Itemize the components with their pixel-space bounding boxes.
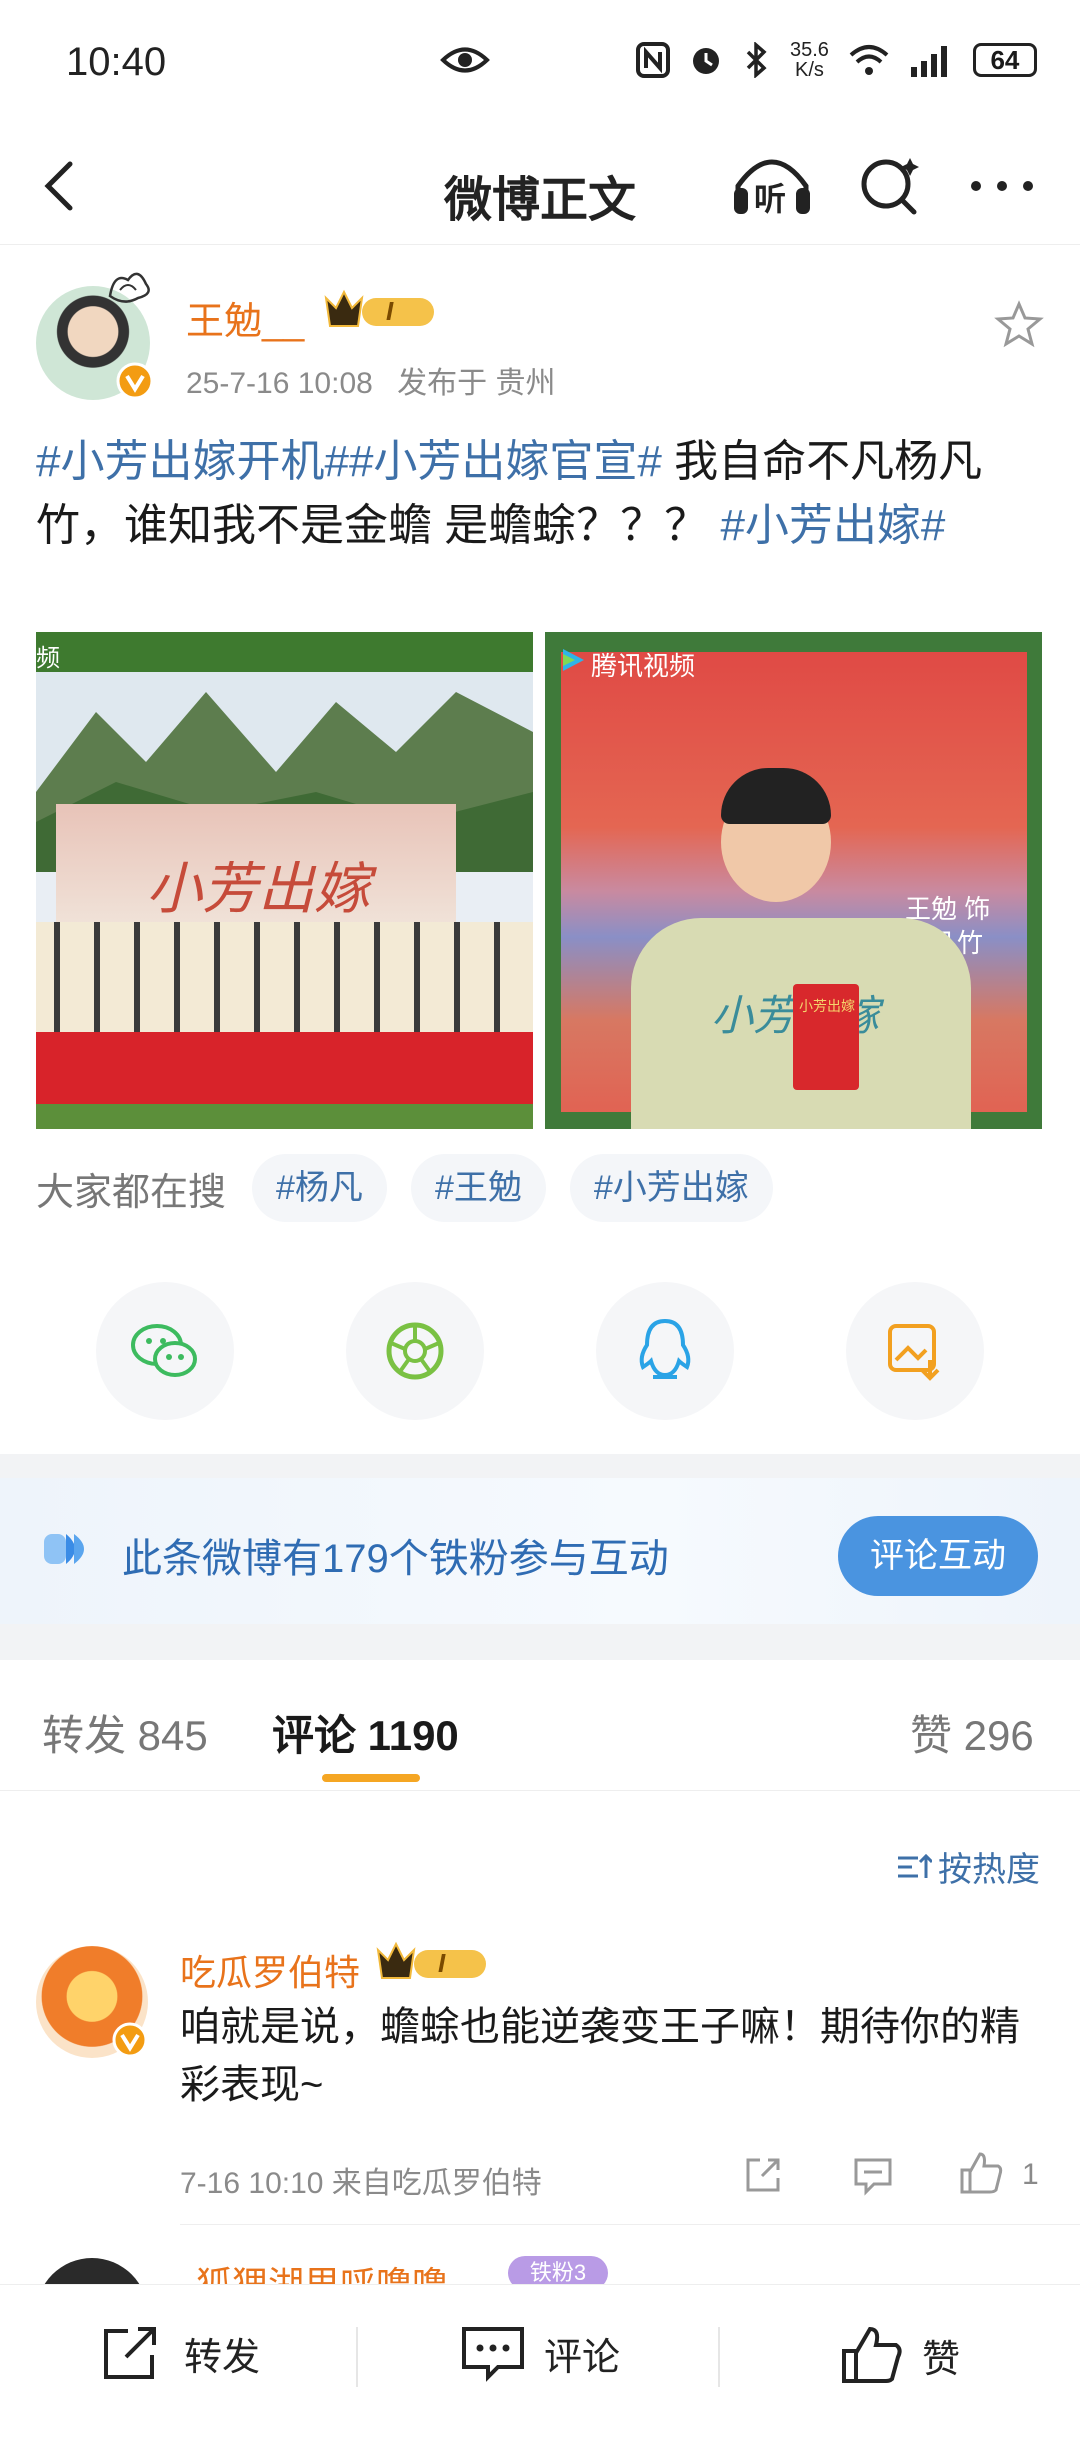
fans-icon (44, 1534, 84, 1564)
eye-icon (440, 47, 490, 73)
nav-divider (0, 244, 1080, 245)
comment-text: 咱就是说，蟾蜍也能逆袭变王子嘛！期待你的精彩表现~ (180, 2005, 1020, 2107)
like-label: 赞 (922, 2338, 961, 2381)
hot-search-row: 大家都在搜 #杨凡 #王勉 #小芳出嫁 (36, 1152, 797, 1224)
repost-button[interactable]: 转发 (100, 2323, 260, 2383)
sort-label: 按热度 (938, 1851, 1040, 1889)
listen-label: 听 (754, 181, 787, 217)
comment-divider (180, 2224, 1080, 2225)
tabs-row: 转发 845 评论 1190 赞 296 (0, 1660, 1080, 1790)
section-separator (0, 1624, 1080, 1660)
share-moments-button[interactable] (346, 1282, 484, 1420)
comment-reply-icon[interactable] (852, 2156, 894, 2196)
search-tag[interactable]: #王勉 (410, 1154, 546, 1222)
share-wechat-button[interactable] (96, 1282, 234, 1420)
post-text: #小芳出嫁开机##小芳出嫁官宣# 我自命不凡杨凡竹，谁知我不是金蟾 是蟾蜍？？？… (36, 430, 1046, 558)
listen-button[interactable]: 听 (730, 150, 814, 220)
tencent-video-icon (563, 649, 584, 671)
author-name[interactable]: 王勉__ (186, 290, 304, 345)
wechat-icon (131, 1324, 197, 1377)
member-badge: I (322, 288, 438, 336)
repost-icon (104, 2327, 156, 2379)
search-tag[interactable]: #杨凡 (252, 1154, 387, 1222)
search-icon[interactable] (856, 150, 926, 220)
comment-button[interactable]: 评论 (460, 2323, 620, 2383)
bar-separator (718, 2327, 720, 2387)
comment-interact-button[interactable]: 评论互动 (838, 1516, 1038, 1596)
favorite-star-icon[interactable] (994, 300, 1044, 348)
verified-badge-icon (112, 2022, 148, 2058)
status-icons: 35.6 K/s 64 (440, 40, 1055, 80)
like-icon (842, 2326, 902, 2383)
fans-text: 此条微博有179个铁粉参与互动 (122, 1537, 669, 1581)
comment-like-count: 1 (1022, 2158, 1039, 2191)
comment-author[interactable]: 吃瓜罗伯特 (180, 1944, 360, 1996)
comment-like-icon[interactable] (958, 2150, 1004, 2196)
verified-badge-icon (116, 362, 154, 400)
like-button[interactable]: 赞 (840, 2323, 960, 2387)
bluetooth-icon (746, 42, 767, 78)
signal-icon (910, 46, 947, 77)
grass (36, 1104, 533, 1129)
post-meta: 25-7-16 10:08 发布于 贵州 (186, 358, 556, 402)
more-icon[interactable] (962, 150, 1042, 220)
member-level: I (438, 1948, 446, 1978)
comment-label: 评论 (544, 2336, 621, 2379)
search-tag[interactable]: #小芳出嫁 (569, 1154, 773, 1222)
topic-link[interactable]: #小芳出嫁开机# (36, 437, 349, 486)
crown-icon (324, 289, 434, 327)
status-bar: 10:40 35.6 K/s 64 (0, 0, 1080, 130)
repost-label: 转发 (184, 2336, 261, 2379)
post-timestamp: 25-7-16 10:08 (186, 367, 373, 400)
envelope-text: 小芳出嫁 (799, 998, 855, 1014)
net-speed: 35.6 K/s (790, 39, 829, 81)
bar-separator (356, 2327, 358, 2387)
share-qq-button[interactable] (596, 1282, 734, 1420)
crown-icon (376, 1941, 486, 1979)
qq-icon (639, 1318, 691, 1379)
tabs-divider (0, 1790, 1080, 1791)
crowd (36, 922, 533, 1042)
comment-meta: 7-16 10:10 来自吃瓜罗伯特 (180, 2167, 542, 2200)
sort-toggle[interactable]: 按热度 (896, 1842, 1040, 1891)
save-image-icon (888, 1324, 940, 1381)
comment-icon (462, 2327, 524, 2382)
moments-icon (386, 1322, 444, 1380)
tab-indicator (322, 1774, 420, 1782)
nav-bar: 微博正文 听 (0, 130, 1080, 240)
tab-like[interactable]: 赞 296 (910, 1702, 1034, 1763)
section-separator (0, 1454, 1080, 1478)
status-time: 10:40 (66, 40, 167, 84)
battery-icon: 64 (972, 43, 1037, 77)
topic-link[interactable]: #小芳出嫁官宣# (349, 437, 662, 486)
topic-link[interactable]: #小芳出嫁# (720, 501, 945, 550)
post-image-portrait[interactable]: 腾讯视频 王勉 饰 杨凡竹 小芳出嫁 小芳出嫁 (545, 632, 1042, 1129)
sort-icon (898, 1853, 932, 1878)
nfc-icon (636, 42, 670, 78)
wifi-icon (849, 45, 889, 75)
tab-comment[interactable]: 评论 1190 (272, 1702, 459, 1763)
alarm-icon (693, 48, 719, 74)
image-corner-text: 频 (36, 645, 60, 672)
comment-share-icon[interactable] (742, 2154, 784, 2196)
avatar-pendant-icon (108, 272, 150, 303)
fans-banner: 此条微博有179个铁粉参与互动 评论互动 (0, 1478, 1080, 1624)
image-top-strip (36, 632, 533, 672)
bottom-action-bar: 转发 评论 赞 (0, 2284, 1080, 2438)
post-image-group-photo[interactable]: 频 小芳出嫁 (36, 632, 533, 1129)
post-location: 发布于 贵州 (397, 367, 556, 400)
save-image-button[interactable] (846, 1282, 984, 1420)
member-badge: I (374, 1940, 490, 1988)
member-level: I (386, 296, 394, 326)
hot-search-label: 大家都在搜 (36, 1171, 227, 1214)
tab-repost[interactable]: 转发 845 (42, 1702, 208, 1763)
banner-text: 小芳出嫁 (146, 857, 370, 920)
video-watermark: 腾讯视频 (591, 651, 696, 681)
